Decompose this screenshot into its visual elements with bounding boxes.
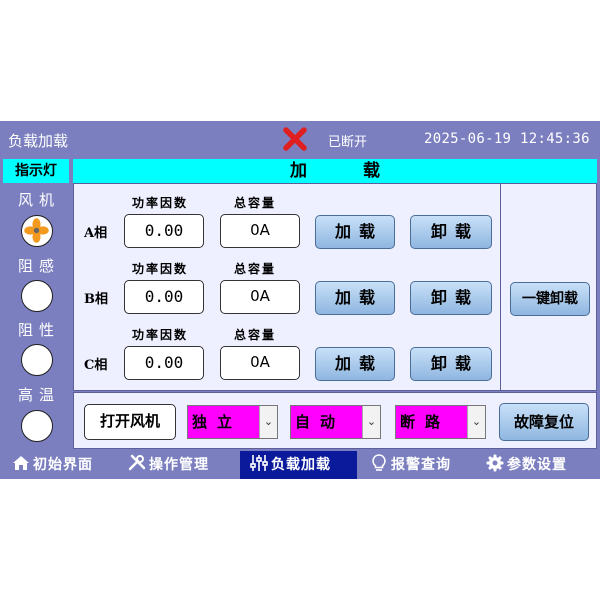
control-select-value: 自动: [295, 413, 346, 431]
phase-a-unload-button[interactable]: 卸载: [410, 215, 492, 249]
phase-c-capacity-field[interactable]: 0A: [220, 346, 300, 380]
breaker-select[interactable]: 断路 ⌄: [395, 405, 486, 439]
phase-b-power-factor-field[interactable]: 0.00: [124, 280, 204, 314]
phase-c-load-button[interactable]: 加载: [315, 347, 395, 381]
control-panel: 打开风机 独立 ⌄ 自动 ⌄ 断路 ⌄ 故障复位: [73, 392, 597, 449]
nav-alarm[interactable]: 报警查询: [370, 451, 470, 479]
phase-a-power-factor-field[interactable]: 0.00: [124, 214, 204, 248]
nav-params-label: 参数设置: [507, 457, 567, 473]
phase-c-unload-button[interactable]: 卸载: [410, 347, 492, 381]
lightbulb-icon: [372, 454, 386, 471]
nav-params[interactable]: 参数设置: [486, 451, 586, 479]
fan-indicator-lamp: [21, 215, 53, 247]
fan-icon: [24, 218, 49, 243]
control-mode-select[interactable]: 自动 ⌄: [290, 405, 381, 439]
nav-operation-label: 操作管理: [149, 457, 209, 473]
indicator-title: 指示灯: [3, 159, 69, 183]
nav-operation[interactable]: 操作管理: [128, 451, 228, 479]
power-factor-label: 功率因数: [132, 328, 189, 342]
indicator-label-inductive: 阻感: [17, 257, 60, 275]
total-capacity-label: 总容量: [234, 196, 277, 210]
header-bar: 负载加载 已断开 2025-06-19 12:45:36: [0, 121, 600, 157]
total-capacity-label: 总容量: [234, 262, 277, 276]
phase-b-unload-button[interactable]: 卸载: [410, 281, 492, 315]
hmi-screen: 负载加载 已断开 2025-06-19 12:45:36 指示灯 加载 风机 阻…: [0, 121, 600, 479]
power-factor-label: 功率因数: [132, 196, 189, 210]
phase-a-capacity-field[interactable]: 0A: [220, 214, 300, 248]
inductive-indicator-lamp: [21, 280, 53, 312]
open-fan-button[interactable]: 打开风机: [84, 404, 176, 440]
nav-home[interactable]: 初始界面: [12, 451, 112, 479]
chevron-down-icon[interactable]: ⌄: [259, 406, 277, 438]
connection-status: 已断开: [328, 135, 368, 150]
phase-b-load-button[interactable]: 加载: [315, 281, 395, 315]
section-title-text: 加载: [290, 161, 436, 181]
indicator-label-high-temp: 高温: [17, 386, 60, 404]
phase-row-c: 功率因数 总容量 C相 0.00 0A 加载 卸载: [74, 326, 502, 392]
power-factor-label: 功率因数: [132, 262, 189, 276]
high-temp-indicator-lamp: [21, 410, 53, 442]
nav-load[interactable]: 负载加载: [240, 451, 357, 479]
phase-name: A相: [84, 226, 108, 241]
phase-name: C相: [84, 358, 108, 373]
one-key-unload-button[interactable]: 一键卸载: [510, 282, 590, 316]
phase-row-a: 功率因数 总容量 A相 0.00 0A 加载 卸载: [74, 194, 502, 260]
breaker-select-value: 断路: [400, 413, 451, 431]
phase-c-power-factor-field[interactable]: 0.00: [124, 346, 204, 380]
mode-select[interactable]: 独立 ⌄: [187, 405, 278, 439]
chevron-down-icon[interactable]: ⌄: [362, 406, 380, 438]
section-title: 加载: [73, 159, 597, 183]
phase-row-b: 功率因数 总容量 B相 0.00 0A 加载 卸载: [74, 260, 502, 326]
indicator-column: 风机 阻感 阻性 高温: [0, 183, 72, 449]
phase-a-load-button[interactable]: 加载: [315, 215, 395, 249]
sliders-icon: [250, 455, 268, 471]
phase-name: B相: [84, 292, 108, 307]
nav-alarm-label: 报警查询: [391, 457, 451, 473]
datetime-display: 2025-06-19 12:45:36: [424, 131, 590, 147]
screen-title: 负载加载: [8, 132, 69, 150]
resistive-indicator-lamp: [21, 344, 53, 376]
one-key-panel: 一键卸载: [501, 183, 597, 391]
home-icon: [13, 456, 29, 470]
indicator-label-fan: 风机: [17, 191, 60, 209]
phase-load-panel: 功率因数 总容量 A相 0.00 0A 加载 卸载 功率因数 总容量 B相 0.…: [73, 183, 501, 391]
fault-reset-button[interactable]: 故障复位: [499, 403, 589, 441]
gear-icon: [486, 454, 504, 472]
indicator-label-resistive: 阻性: [17, 321, 60, 339]
phase-b-capacity-field[interactable]: 0A: [220, 280, 300, 314]
bottom-nav: 初始界面 操作管理 负载加载 报警查询 参数设置: [0, 451, 600, 479]
tools-icon: [128, 454, 146, 471]
nav-home-label: 初始界面: [33, 457, 93, 473]
total-capacity-label: 总容量: [234, 328, 277, 342]
nav-load-label: 负载加载: [271, 457, 331, 473]
chevron-down-icon[interactable]: ⌄: [467, 406, 485, 438]
disconnected-x-icon: [283, 127, 307, 151]
mode-select-value: 独立: [192, 413, 243, 431]
